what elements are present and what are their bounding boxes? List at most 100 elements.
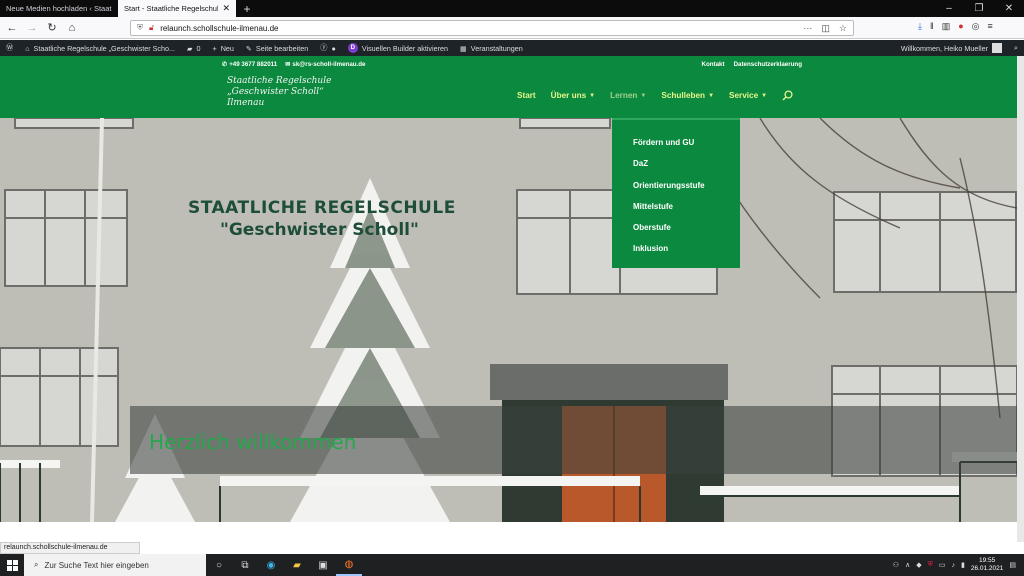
clock[interactable]: 19:55 26.01.2021 — [971, 557, 1004, 573]
taskbar-search-box[interactable]: ⌕ Zur Suche Text hier eingeben — [24, 554, 206, 576]
toolbar-icons: ⤓ ‖ ▥ ● ◎ ≡ — [918, 21, 993, 32]
firefox-icon[interactable]: ◍ — [336, 554, 362, 576]
new-tab-button[interactable]: + — [236, 0, 258, 17]
more-icon[interactable]: ··· — [803, 23, 812, 34]
tab-media-upload[interactable]: Neue Medien hochladen ‹ Staatlich — [0, 0, 118, 17]
wp-admin-bar: Ⓦ ⌂ Staatliche Regelschule „Geschwister … — [0, 40, 1024, 56]
chevron-down-icon: ▼ — [761, 92, 768, 99]
search-icon: ⌕ — [34, 560, 39, 569]
bookmark-star-icon[interactable]: ☆ — [839, 23, 847, 34]
time-label: 19:55 — [978, 557, 996, 564]
menu-item-schulleben[interactable]: Schulleben ▼ — [661, 91, 714, 100]
dropdown-item-oberstufe[interactable]: Oberstufe — [612, 221, 740, 242]
dropdown-item-orientierungsstufe[interactable]: Orientierungsstufe — [612, 179, 740, 200]
contact-bar: ✆ +49 3677 882011 ✉ sk@rs-scholl-ilmenau… — [212, 56, 812, 72]
library-icon[interactable]: ‖ — [930, 21, 934, 32]
wordpress-logo-icon[interactable]: Ⓦ — [0, 43, 19, 53]
extension-icon[interactable]: ● — [958, 21, 963, 32]
back-icon[interactable]: ← — [2, 22, 22, 34]
chevron-down-icon: ▼ — [708, 92, 715, 99]
dropdown-item-foerdern[interactable]: Fördern und GU — [612, 136, 740, 157]
plus-icon: + — [212, 43, 217, 53]
hero-slider: STAATLICHE REGELSCHULE "Geschwister Scho… — [0, 118, 1017, 522]
people-icon[interactable]: ⚇ — [893, 561, 899, 569]
logo-line-2: „Geschwister Scholl“ — [227, 87, 324, 97]
edit-label: Seite bearbeiten — [255, 43, 309, 53]
wp-seo[interactable]: ⓨ ● — [314, 43, 342, 53]
account-icon[interactable]: ◎ — [972, 21, 980, 32]
search-icon[interactable]: ⌕ — [1008, 43, 1024, 53]
home-icon[interactable]: ⌂ — [62, 22, 82, 34]
chevron-down-icon: ▼ — [589, 92, 596, 99]
wp-events[interactable]: ▦ Veranstaltungen — [454, 44, 529, 53]
wp-new[interactable]: + Neu — [207, 44, 240, 53]
page-scrollbar[interactable] — [1017, 56, 1024, 542]
builder-label: Visuellen Builder aktivieren — [361, 43, 448, 53]
phone-link[interactable]: ✆ +49 3677 882011 — [222, 61, 277, 68]
main-menu: Start Über uns ▼ Lernen ▼ Schulleben ▼ Serv… — [517, 90, 793, 101]
maximize-icon[interactable]: ❐ — [964, 0, 994, 17]
window-controls: – ❐ ✕ — [934, 0, 1024, 17]
volume-icon[interactable]: ♪ — [951, 562, 955, 569]
file-explorer-icon[interactable]: ▰ — [284, 560, 310, 571]
events-label: Veranstaltungen — [470, 43, 523, 53]
menu-item-ueber-uns[interactable]: Über uns ▼ — [551, 91, 595, 100]
battery-icon[interactable]: ▮ — [961, 561, 965, 569]
status-dot-icon: ● — [331, 43, 336, 53]
browser-nav-bar: ← → ↻ ⌂ ⛨ 🔓︎ relaunch.schollschule-ilmen… — [0, 17, 1024, 39]
menu-item-service[interactable]: Service ▼ — [729, 91, 767, 100]
menu-icon[interactable]: ≡ — [988, 21, 993, 32]
cortana-icon[interactable]: ○ — [206, 560, 232, 571]
wp-visual-builder[interactable]: D Visuellen Builder aktivieren — [342, 43, 454, 53]
wp-site-name[interactable]: ⌂ Staatliche Regelschule „Geschwister Sc… — [19, 44, 181, 53]
forward-icon[interactable]: → — [22, 22, 42, 34]
tab-title: Neue Medien hochladen ‹ Staatlich — [6, 4, 112, 13]
seo-icon: ⓨ — [320, 43, 328, 52]
dropdown-item-mittelstufe[interactable]: Mittelstufe — [612, 200, 740, 221]
notification-icon[interactable]: ▤ — [1009, 561, 1016, 569]
wp-account[interactable]: Willkommen, Heiko Mueller — [895, 43, 1008, 53]
address-bar[interactable]: ⛨ 🔓︎ relaunch.schollschule-ilmenau.de ··… — [130, 20, 854, 36]
dropdown-item-daz[interactable]: DaZ — [612, 157, 740, 178]
date-label: 26.01.2021 — [970, 565, 1004, 572]
dropdown-item-inklusion[interactable]: Inklusion — [612, 242, 740, 263]
greeting-label: Willkommen, Heiko Mueller — [900, 43, 988, 53]
avatar — [991, 43, 1002, 53]
comment-count: 0 — [196, 43, 201, 53]
close-tab-icon[interactable]: ✕ — [222, 3, 230, 14]
divi-icon: D — [347, 43, 358, 53]
browser-tab-strip: Neue Medien hochladen ‹ Staatlich Start … — [0, 0, 1024, 17]
network-icon[interactable]: ▭ — [939, 561, 946, 569]
edge-icon[interactable]: ◉ — [258, 560, 284, 571]
tab-title: Start - Staatliche Regelschule „Ges — [124, 4, 218, 13]
search-placeholder: Zur Suche Text hier eingeben — [44, 560, 149, 570]
minimize-icon[interactable]: – — [934, 0, 964, 17]
menu-item-lernen[interactable]: Lernen ▼ — [610, 91, 646, 100]
tab-start-page[interactable]: Start - Staatliche Regelschule „Ges ✕ — [118, 0, 236, 17]
task-view-icon[interactable]: ⧉ — [232, 560, 258, 571]
calendar-icon: ▦ — [460, 43, 467, 53]
chevron-down-icon: ▼ — [640, 92, 647, 99]
shield-icon[interactable]: ⛨ — [137, 23, 143, 33]
insecure-lock-icon[interactable]: 🔓︎ — [149, 23, 154, 33]
chevron-up-icon[interactable]: ∧ — [905, 561, 910, 569]
wp-edit-page[interactable]: ✎ Seite bearbeiten — [240, 44, 314, 53]
logo-line-3: Ilmenau — [227, 98, 265, 108]
wp-comments[interactable]: ▰ 0 — [181, 44, 207, 53]
sidebar-icon[interactable]: ▥ — [942, 21, 951, 32]
pocket-icon[interactable]: ◫ — [821, 23, 830, 34]
reload-icon[interactable]: ↻ — [42, 21, 62, 34]
shield-icon[interactable]: ⛨ — [928, 561, 933, 569]
privacy-link[interactable]: Datenschutzerklaerung — [734, 61, 802, 68]
menu-item-start[interactable]: Start — [517, 91, 536, 100]
search-icon[interactable] — [782, 90, 793, 101]
dropbox-icon[interactable]: ◆ — [916, 561, 921, 569]
contact-link[interactable]: Kontakt — [702, 61, 725, 68]
download-icon[interactable]: ⤓ — [918, 21, 922, 32]
email-link[interactable]: ✉ sk@rs-scholl-ilmenau.de — [285, 61, 365, 68]
site-logo[interactable]: Staatliche Regelschule „Geschwister Scho… — [227, 76, 367, 109]
close-window-icon[interactable]: ✕ — [994, 0, 1024, 17]
menu-label: Start — [517, 91, 536, 100]
store-icon[interactable]: ▣ — [310, 560, 336, 571]
windows-start-icon[interactable] — [0, 559, 24, 571]
